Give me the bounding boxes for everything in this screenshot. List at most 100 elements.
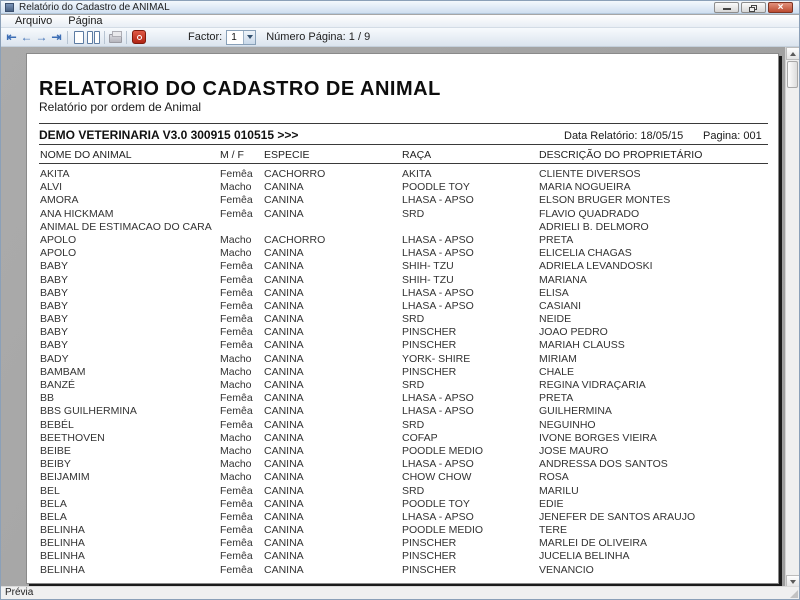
table-cell: Femêa: [220, 273, 253, 286]
table-cell: CANINA: [264, 458, 304, 471]
table-cell: CASIANI: [539, 299, 582, 312]
previous-page-button[interactable]: ←: [19, 30, 34, 45]
table-cell: CANINA: [264, 550, 304, 563]
exit-button[interactable]: [132, 30, 146, 44]
table-cell: Macho: [220, 444, 252, 457]
table-cell: MARILU: [539, 484, 579, 497]
column-header-proprietario: DESCRIÇÃO DO PROPRIETÁRIO: [539, 149, 703, 161]
table-cell: SRD: [402, 207, 425, 220]
single-page-view-button[interactable]: [71, 30, 86, 45]
table-cell: CLIENTE DIVERSOS: [539, 168, 641, 180]
table-cell: ANA HICKMAM: [40, 207, 114, 220]
table-cell: CANINA: [264, 418, 304, 431]
toolbar-separator: [104, 30, 105, 44]
table-cell: MARLEI DE OLIVEIRA: [539, 537, 647, 550]
table-row: APOLO Macho CACHORRO LHASA - APSO PRETA: [27, 234, 778, 247]
table-cell: MARIANA: [539, 273, 587, 286]
table-cell: Macho: [220, 365, 252, 378]
table-cell: Femêa: [220, 563, 253, 576]
table-cell: CANINA: [264, 181, 304, 194]
table-cell: Femêa: [220, 194, 253, 207]
table-cell: ELSON BRUGER MONTES: [539, 194, 671, 207]
table-cell: CANINA: [264, 379, 304, 391]
divider: [39, 123, 768, 124]
close-icon: ×: [777, 2, 784, 13]
status-bar: Prévia: [1, 586, 799, 599]
table-cell: Macho: [220, 379, 252, 391]
table-cell: ELICELIA CHAGAS: [539, 247, 632, 260]
table-cell: BEIBY: [40, 458, 71, 471]
table-cell: BABY: [40, 299, 69, 312]
exit-icon: [136, 34, 142, 40]
table-row: BABY Femêa CANINA SRD NEIDE: [27, 313, 778, 326]
two-page-view-button[interactable]: [86, 30, 101, 45]
table-cell: LHASA - APSO: [402, 405, 474, 418]
table-row: BELINHA Femêa CANINA PINSCHER JUCELIA BELINH…: [27, 550, 778, 563]
table-cell: IVONE BORGES VIEIRA: [539, 431, 657, 444]
table-cell: PINSCHER: [402, 339, 457, 352]
restore-button[interactable]: [741, 2, 766, 13]
factor-dropdown[interactable]: 1: [226, 29, 257, 45]
last-page-button[interactable]: ⇥: [49, 30, 64, 45]
table-cell: REGINA VIDRAÇARIA: [539, 379, 646, 391]
table-cell: BABY: [40, 273, 69, 286]
table-cell: BAMBAM: [40, 365, 86, 378]
table-cell: CANINA: [264, 484, 304, 497]
print-button[interactable]: [108, 30, 123, 45]
table-cell: Femêa: [220, 550, 253, 563]
two-page-icon: [86, 30, 93, 44]
table-cell: BB: [40, 392, 55, 405]
table-cell: Macho: [220, 458, 252, 471]
table-cell: COFAP: [402, 431, 438, 444]
table-row: BABY Femêa CANINA SHIH- TZU MARIANA: [27, 274, 778, 287]
table-cell: LHASA - APSO: [402, 286, 474, 299]
table-cell: LHASA - APSO: [402, 247, 474, 260]
table-cell: LHASA - APSO: [402, 233, 474, 246]
table-cell: MIRIAM: [539, 352, 577, 365]
table-cell: ANIMAL DE ESTIMACAO DO CARA: [40, 220, 212, 233]
resize-grip[interactable]: [790, 590, 798, 598]
vertical-scrollbar[interactable]: [785, 47, 799, 588]
table-row: BADY Macho CANINA YORK- SHIRE MIRIAM: [27, 353, 778, 366]
table-cell: BEIBE: [40, 444, 71, 457]
table-cell: BABY: [40, 260, 69, 273]
table-cell: APOLO: [40, 247, 77, 260]
table-cell: Femêa: [220, 392, 253, 405]
table-cell: CANINA: [264, 537, 304, 550]
table-cell: LHASA - APSO: [402, 458, 474, 471]
table-cell: CACHORRO: [264, 168, 326, 180]
minimize-button[interactable]: [714, 2, 739, 13]
next-page-button[interactable]: →: [34, 30, 49, 45]
table-cell: Femêa: [220, 168, 253, 180]
report-vendor-line: DEMO VETERINARIA V3.0 300915 010515 >>>: [39, 128, 299, 142]
factor-label: Factor:: [188, 31, 223, 43]
divider: [39, 144, 768, 145]
scroll-up-icon[interactable]: [786, 47, 799, 60]
table-row: BELINHA Femêa CANINA PINSCHER MARLEI DE OLIV…: [27, 537, 778, 550]
table-cell: SRD: [402, 379, 425, 391]
table-row: BEIBE Macho CANINA POODLE MEDIO JOSE MAURO: [27, 445, 778, 458]
table-row: ANIMAL DE ESTIMACAO DO CARA ADRIELI B. DE…: [27, 221, 778, 234]
report-date: Data Relatório: 18/05/15: [564, 130, 684, 142]
menu-pagina[interactable]: Página: [60, 15, 110, 28]
table-cell: CANINA: [264, 326, 304, 339]
preview-area: RELATORIO DO CADASTRO DE ANIMAL Relatóri…: [1, 47, 799, 588]
table-cell: PINSCHER: [402, 365, 457, 378]
table-cell: AKITA: [402, 168, 432, 180]
table-cell: BABY: [40, 339, 69, 352]
close-button[interactable]: ×: [768, 2, 793, 13]
table-cell: CANINA: [264, 194, 304, 207]
table-cell: JOAO PEDRO: [539, 326, 608, 339]
table-row: ANA HICKMAM Femêa CANINA SRD FLAVIO QUADRADO: [27, 208, 778, 221]
first-page-button[interactable]: ⇤: [4, 30, 19, 45]
scrollbar-thumb[interactable]: [787, 61, 798, 88]
table-cell: FLAVIO QUADRADO: [539, 207, 640, 220]
table-row: BABY Femêa CANINA SHIH- TZU ADRIELA LEVANDOS…: [27, 260, 778, 273]
table-cell: MARIA NOGUEIRA: [539, 181, 631, 194]
page-number-label: Número Página: 1 / 9: [266, 31, 371, 43]
table-cell: CANINA: [264, 299, 304, 312]
menu-arquivo[interactable]: Arquivo: [7, 15, 60, 28]
table-cell: CANINA: [264, 273, 304, 286]
column-header-nome: NOME DO ANIMAL: [40, 149, 132, 161]
table-cell: AMORA: [40, 194, 79, 207]
